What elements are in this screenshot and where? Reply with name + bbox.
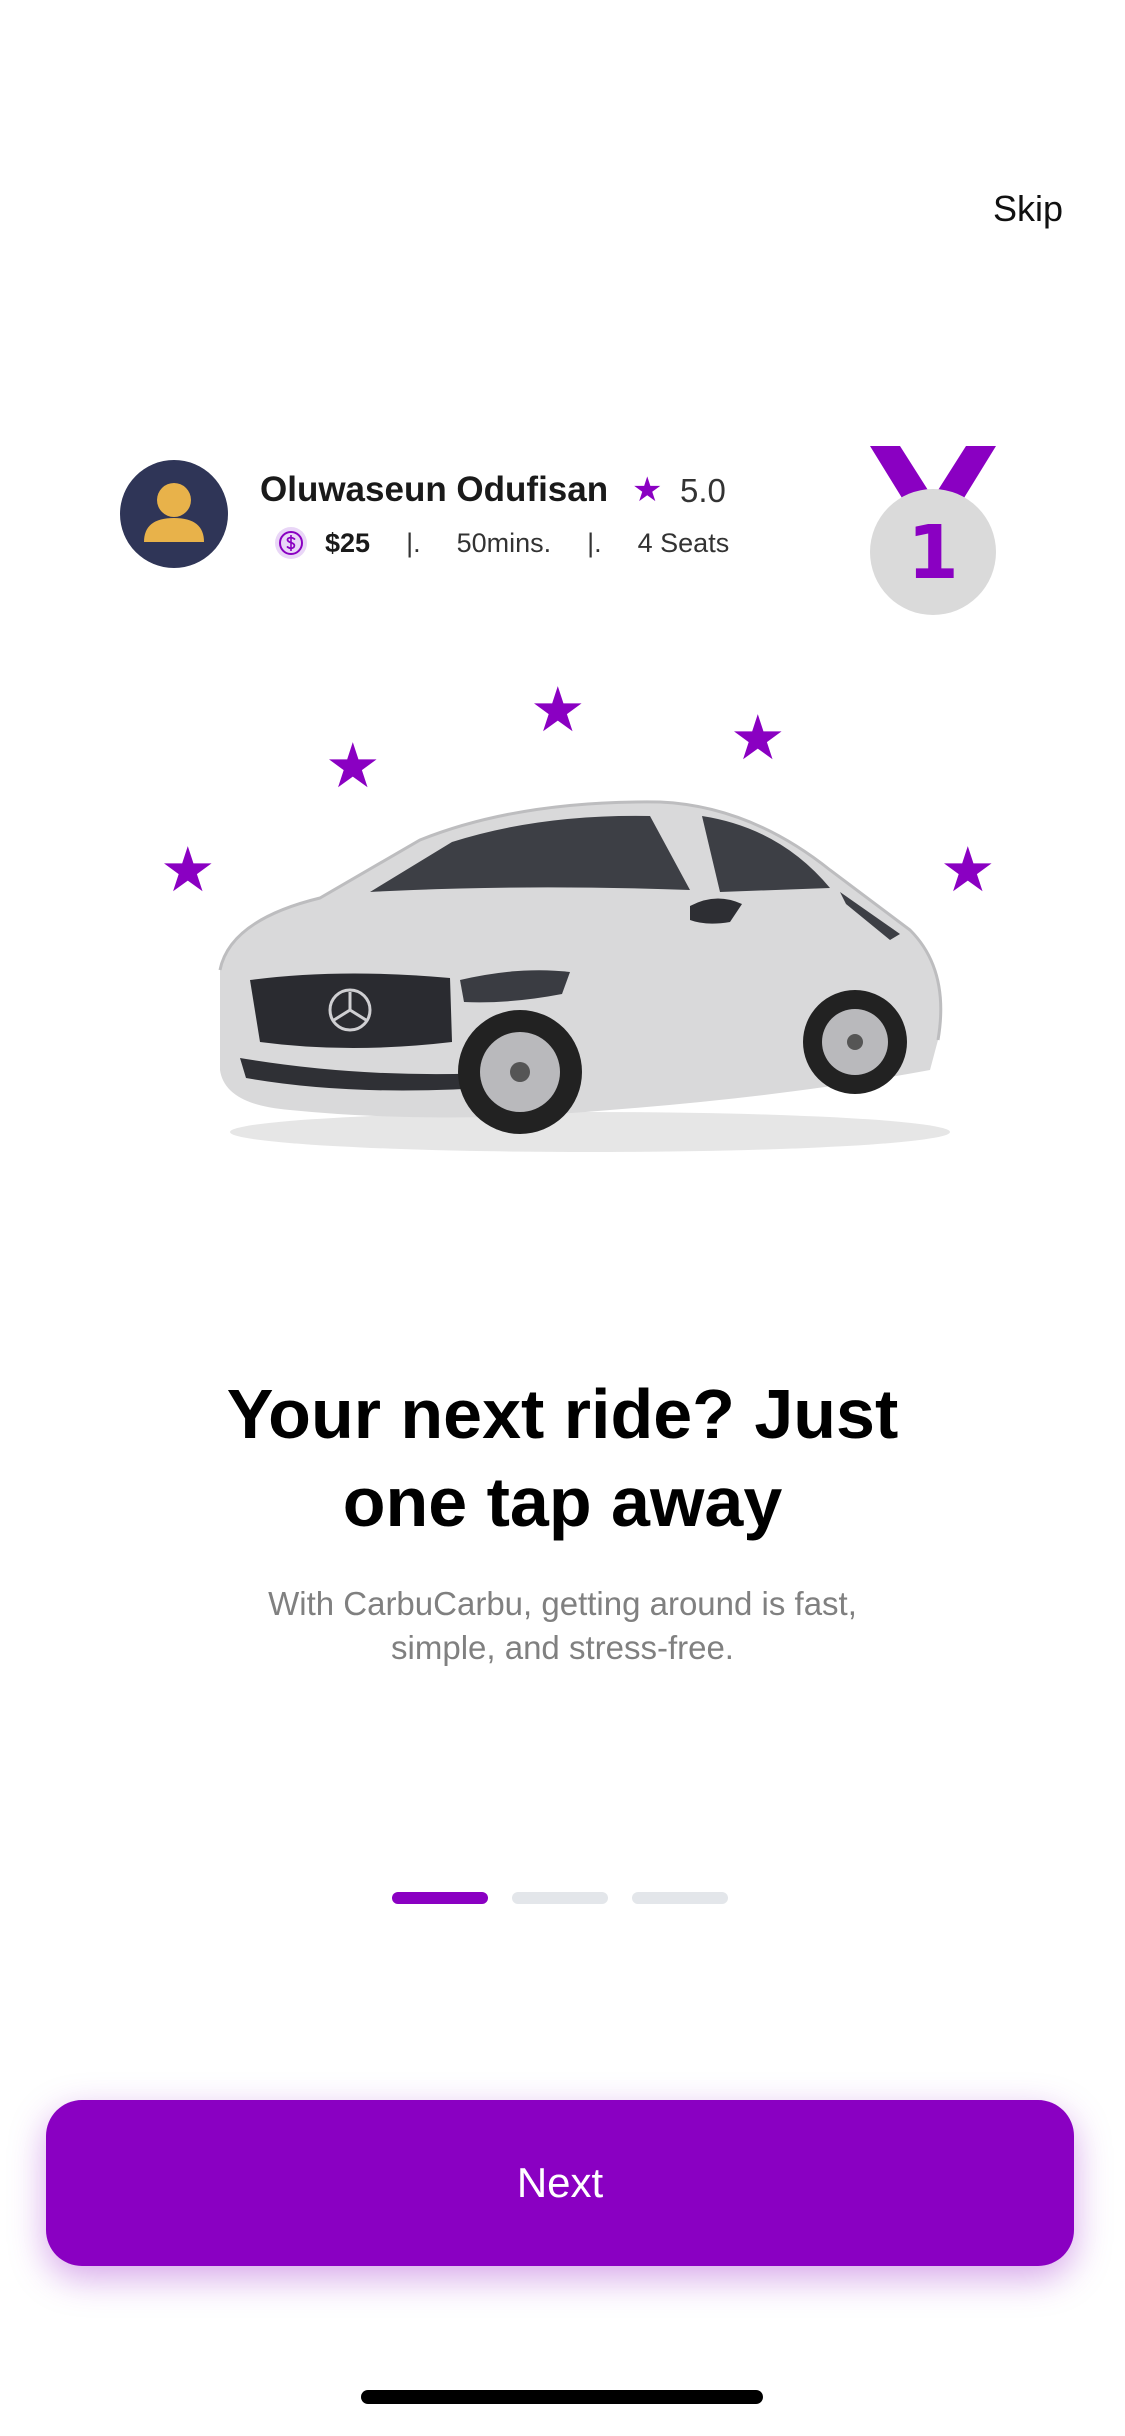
- headline-line: Your next ride? Just: [226, 1375, 899, 1453]
- person-icon: [144, 483, 204, 542]
- driver-avatar: [120, 460, 228, 568]
- star-icon: ★: [530, 676, 586, 745]
- page-indicator-dot: [512, 1892, 608, 1904]
- headline-line: one tap away: [342, 1463, 783, 1541]
- page-indicator: [392, 1892, 732, 1906]
- ride-details: $25 |. 50mins. |. 4 Seats: [275, 523, 729, 563]
- onboarding-description: With CarbuCarbu, getting around is fast,…: [0, 1582, 1125, 1670]
- home-indicator[interactable]: [361, 2390, 763, 2404]
- page-indicator-dot: [632, 1892, 728, 1904]
- driver-name: Oluwaseun Odufisan: [260, 470, 609, 509]
- page-indicator-dot-active: [392, 1892, 488, 1904]
- car-illustration: [218, 800, 950, 1152]
- ride-price: $25: [325, 527, 371, 558]
- description-line: simple, and stress-free.: [391, 1629, 734, 1666]
- next-button[interactable]: Next: [46, 2100, 1074, 2266]
- hero-illustration: ★ ★ ★ ★ ★: [150, 680, 1020, 1180]
- skip-button[interactable]: Skip: [993, 188, 1063, 230]
- dollar-coin-icon: [275, 527, 307, 559]
- rating-star-icon: ★: [632, 471, 663, 509]
- onboarding-headline: Your next ride? Just one tap away: [0, 1370, 1125, 1546]
- star-icon: ★: [730, 704, 786, 773]
- description-line: With CarbuCarbu, getting around is fast,: [268, 1585, 857, 1622]
- separator: |.: [587, 527, 602, 558]
- driver-rating: 5.0: [680, 472, 726, 509]
- medal-icon: 1: [868, 440, 998, 620]
- ride-duration: 50mins.: [456, 527, 552, 558]
- medal-rank: 1: [907, 510, 959, 596]
- separator: |.: [406, 527, 421, 558]
- ride-seats: 4 Seats: [637, 527, 730, 558]
